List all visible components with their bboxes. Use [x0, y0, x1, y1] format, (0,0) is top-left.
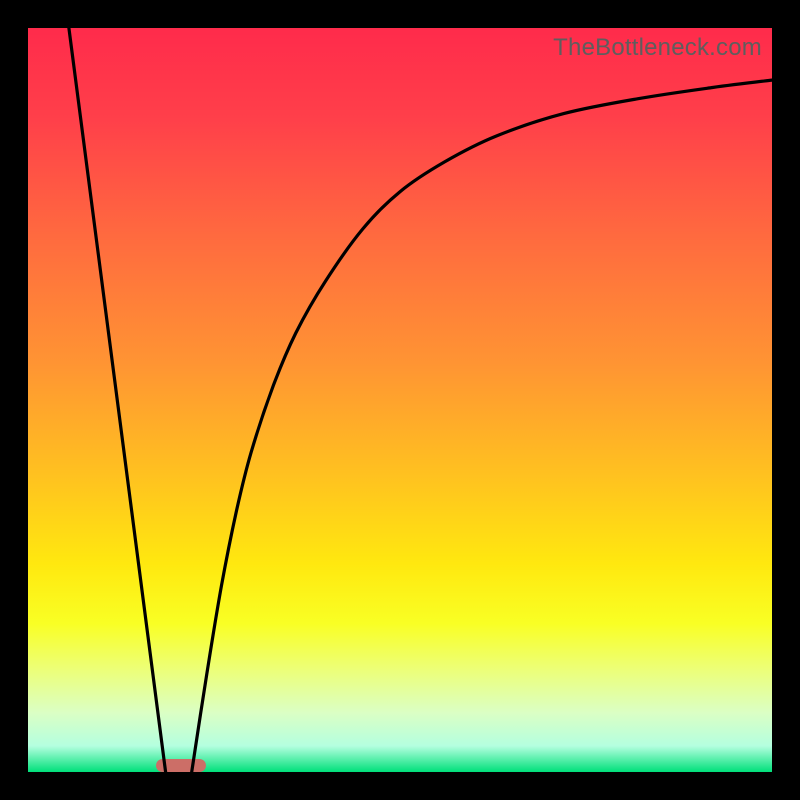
curve-overlay [28, 28, 772, 772]
right-curve-path [192, 80, 772, 772]
plot-area: TheBottleneck.com [28, 28, 772, 772]
chart-frame: TheBottleneck.com [0, 0, 800, 800]
left-line-path [69, 28, 166, 772]
